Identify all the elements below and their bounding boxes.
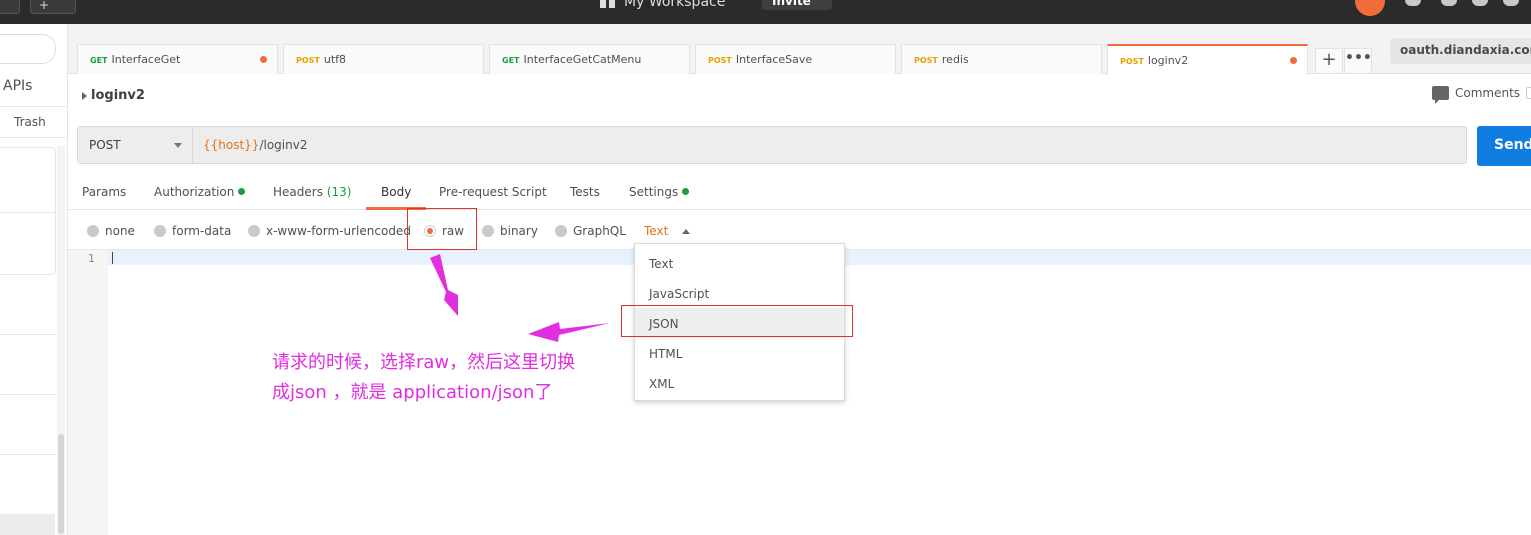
arrow-to-raw-icon bbox=[430, 254, 458, 316]
arrow-to-json-icon bbox=[528, 322, 610, 342]
annotation-arrows bbox=[430, 254, 610, 342]
